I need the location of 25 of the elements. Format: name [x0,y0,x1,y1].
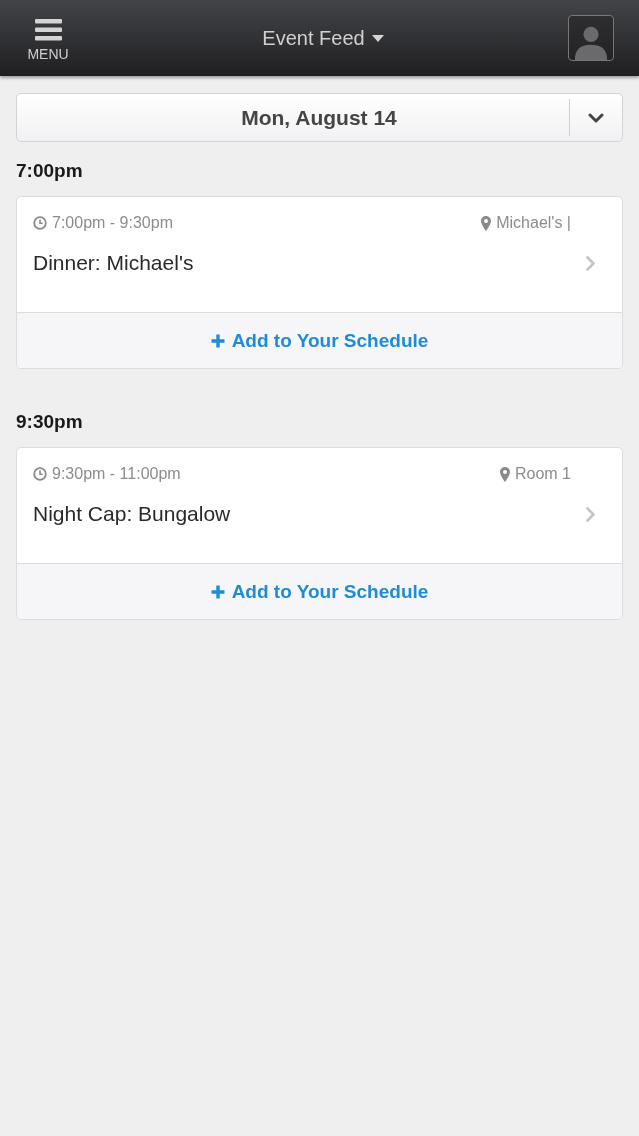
clock-icon [33,467,47,481]
map-pin-icon [481,215,492,231]
feed-selector[interactable]: Event Feed [262,26,384,50]
date-dropdown[interactable]: Mon, August 14 [16,93,623,142]
chevron-right-icon [586,506,595,522]
menu-button[interactable]: MENU [22,18,74,62]
event-row[interactable]: 7:00pm - 9:30pm Michael's | Dinner: Michael's [17,197,622,312]
event-title: Night Cap: Bungalow [33,502,231,526]
caret-icon [371,34,384,42]
event-location: Room 1 [514,465,571,483]
event-title: Dinner: Michael's [33,251,194,275]
chevron-right-icon [586,255,595,271]
avatar-button[interactable] [568,15,614,61]
event-time-range: 9:30pm - 11:00pm [52,465,181,483]
event-location: Michael's | [496,214,571,232]
event-time-range: 7:00pm - 9:30pm [52,214,173,232]
time-heading: 9:30pm [16,411,84,433]
chevron-down-icon [588,112,604,123]
event-row[interactable]: 9:30pm - 11:00pm Room 1 Night Cap: Bungalow [17,448,622,563]
time-heading: 7:00pm [16,160,84,182]
menu-icon [34,18,62,41]
plus-icon [210,333,225,348]
plus-icon [210,584,225,599]
map-pin-icon [499,466,510,482]
clock-icon [33,216,47,230]
